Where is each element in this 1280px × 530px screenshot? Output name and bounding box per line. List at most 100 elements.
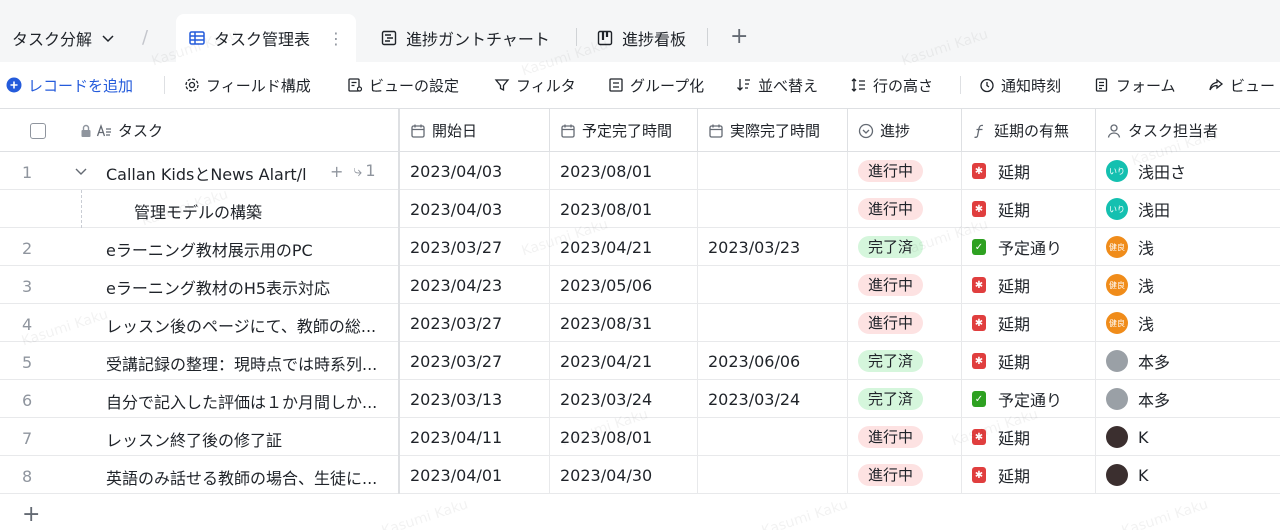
header-planned-end[interactable]: 予定完了時間 [550, 109, 698, 152]
actual-end-cell[interactable] [698, 456, 848, 494]
table-row[interactable]: 5 受講記録の整理：現時点では時系列... 2023/03/27 2023/04/21… [0, 342, 1280, 380]
header-progress[interactable]: 進捗 [848, 109, 962, 152]
progress-cell[interactable]: 完了済 [848, 342, 962, 380]
table-row[interactable]: 2 eラーニング教材展示用のPC 2023/03/27 2023/04/21 2023/… [0, 228, 1280, 266]
header-task[interactable]: タスク [0, 109, 400, 152]
assignee-cell[interactable]: 本多 [1096, 342, 1280, 380]
start-date-cell[interactable]: 2023/04/23 [400, 266, 550, 304]
delay-cell[interactable]: ✱ 延期 [962, 304, 1096, 342]
tab-gantt[interactable]: 進捗ガントチャート [368, 14, 562, 62]
progress-cell[interactable]: 完了済 [848, 380, 962, 418]
progress-cell[interactable]: 完了済 [848, 228, 962, 266]
add-view-icon[interactable]: + [730, 24, 748, 49]
assignee-cell[interactable]: K [1096, 456, 1280, 494]
planned-end-cell[interactable]: 2023/08/01 [550, 152, 698, 190]
assignee-cell[interactable]: K [1096, 418, 1280, 456]
actual-end-cell[interactable] [698, 418, 848, 456]
tab-kanban[interactable]: 進捗看板 [584, 14, 698, 62]
start-date-cell[interactable]: 2023/03/13 [400, 380, 550, 418]
progress-cell[interactable]: 進行中 [848, 266, 962, 304]
start-date-cell[interactable]: 2023/04/03 [400, 190, 550, 228]
progress-cell[interactable]: 進行中 [848, 190, 962, 228]
planned-end-cell[interactable]: 2023/08/01 [550, 190, 698, 228]
add-record-button[interactable]: レコードを追加 [6, 74, 133, 96]
add-row-icon[interactable]: + [22, 502, 40, 527]
field-config-button[interactable]: フィールド構成 [184, 74, 311, 96]
actual-end-cell[interactable]: 2023/06/06 [698, 342, 848, 380]
chevron-down-icon[interactable] [74, 164, 88, 178]
actual-end-cell[interactable] [698, 190, 848, 228]
start-date-cell[interactable]: 2023/04/03 [400, 152, 550, 190]
add-subtask-icon[interactable]: + [330, 162, 343, 181]
start-date-cell[interactable]: 2023/03/27 [400, 342, 550, 380]
form-button[interactable]: フォーム [1094, 74, 1176, 96]
start-date-cell[interactable]: 2023/03/27 [400, 304, 550, 342]
start-date-cell[interactable]: 2023/03/27 [400, 228, 550, 266]
assignee-cell[interactable]: いり 浅田 [1096, 190, 1280, 228]
task-cell[interactable]: 5 受講記録の整理：現時点では時系列... [0, 342, 400, 380]
tab-task-table[interactable]: タスク管理表 ⋮ [176, 14, 357, 62]
task-cell[interactable]: 管理モデルの構築 [0, 190, 400, 228]
progress-cell[interactable]: 進行中 [848, 456, 962, 494]
delay-cell[interactable]: ✱ 延期 [962, 152, 1096, 190]
view-settings-button[interactable]: ビューの設定 [347, 74, 459, 96]
actual-end-cell[interactable]: 2023/03/24 [698, 380, 848, 418]
table-row[interactable]: 1 Callan KidsとNews Alart/l + ⤷ 1 2023/04/03 20… [0, 152, 1280, 190]
notify-time-button[interactable]: 通知時刻 [979, 74, 1061, 96]
assignee-cell[interactable]: いり 浅田さ [1096, 152, 1280, 190]
row-height-button[interactable]: 行の高さ [851, 74, 933, 96]
task-cell[interactable]: 2 eラーニング教材展示用のPC [0, 228, 400, 266]
progress-cell[interactable]: 進行中 [848, 418, 962, 456]
header-delay[interactable]: 延期の有無 [962, 109, 1096, 152]
planned-end-cell[interactable]: 2023/08/31 [550, 304, 698, 342]
select-all-checkbox[interactable] [30, 122, 46, 139]
delay-cell[interactable]: ✱ 延期 [962, 190, 1096, 228]
planned-end-cell[interactable]: 2023/04/21 [550, 342, 698, 380]
group-button[interactable]: グループ化 [608, 74, 704, 96]
planned-end-cell[interactable]: 2023/03/24 [550, 380, 698, 418]
table-row[interactable]: 4 レッスン後のページにて、教師の総... 2023/03/27 2023/08/31… [0, 304, 1280, 342]
actual-end-cell[interactable] [698, 266, 848, 304]
table-row[interactable]: 8 英語のみ話せる教師の場合、生徒に... 2023/04/01 2023/04/30… [0, 456, 1280, 494]
header-actual-end[interactable]: 実際完了時間 [698, 109, 848, 152]
share-view-button[interactable]: ビュー [1208, 74, 1275, 96]
delay-cell[interactable]: ✱ 延期 [962, 342, 1096, 380]
base-title-dropdown[interactable]: タスク分解 [12, 26, 116, 50]
table-row[interactable]: 管理モデルの構築 2023/04/03 2023/08/01 進行中 ✱ 延期 いり 浅田 [0, 190, 1280, 228]
delay-cell[interactable]: ✓ 予定通り [962, 228, 1096, 266]
task-cell[interactable]: 1 Callan KidsとNews Alart/l + ⤷ 1 [0, 152, 400, 190]
actual-end-cell[interactable]: 2023/03/23 [698, 228, 848, 266]
table-row[interactable]: 3 eラーニング教材のH5表示対応 2023/04/23 2023/05/06 進行中 ✱… [0, 266, 1280, 304]
assignee-cell[interactable]: 健良浅 [1096, 266, 1280, 304]
header-assignee[interactable]: タスク担当者 [1096, 109, 1280, 152]
header-start[interactable]: 開始日 [400, 109, 550, 152]
task-cell[interactable]: 8 英語のみ話せる教師の場合、生徒に... [0, 456, 400, 494]
planned-end-cell[interactable]: 2023/04/30 [550, 456, 698, 494]
task-cell[interactable]: 3 eラーニング教材のH5表示対応 [0, 266, 400, 304]
delay-cell[interactable]: ✱ 延期 [962, 418, 1096, 456]
progress-cell[interactable]: 進行中 [848, 152, 962, 190]
table-row[interactable]: 6 自分で記入した評価は１か月間しか... 2023/03/13 2023/03/24… [0, 380, 1280, 418]
filter-button[interactable]: フィルタ [494, 74, 576, 96]
start-date-cell[interactable]: 2023/04/11 [400, 418, 550, 456]
sort-button[interactable]: 並べ替え [736, 74, 818, 96]
task-cell[interactable]: 7 レッスン終了後の修了証 [0, 418, 400, 456]
start-date-cell[interactable]: 2023/04/01 [400, 456, 550, 494]
actual-end-cell[interactable] [698, 304, 848, 342]
assignee-cell[interactable]: 本多 [1096, 380, 1280, 418]
task-cell[interactable]: 6 自分で記入した評価は１か月間しか... [0, 380, 400, 418]
more-vertical-icon[interactable]: ⋮ [328, 29, 344, 48]
assignee-cell[interactable]: 健良浅 [1096, 304, 1280, 342]
actual-end-cell[interactable] [698, 152, 848, 190]
planned-end-cell[interactable]: 2023/04/21 [550, 228, 698, 266]
delay-cell[interactable]: ✓ 予定通り [962, 380, 1096, 418]
assignee-cell[interactable]: 健良浅 [1096, 228, 1280, 266]
progress-cell[interactable]: 進行中 [848, 304, 962, 342]
table-row[interactable]: 7 レッスン終了後の修了証 2023/04/11 2023/08/01 進行中 ✱ 延期 K [0, 418, 1280, 456]
planned-end-cell[interactable]: 2023/08/01 [550, 418, 698, 456]
planned-end-cell[interactable]: 2023/05/06 [550, 266, 698, 304]
delay-cell[interactable]: ✱ 延期 [962, 266, 1096, 304]
subtask-count[interactable]: ⤷ 1 [353, 161, 375, 181]
task-cell[interactable]: 4 レッスン後のページにて、教師の総... [0, 304, 400, 342]
delay-cell[interactable]: ✱ 延期 [962, 456, 1096, 494]
